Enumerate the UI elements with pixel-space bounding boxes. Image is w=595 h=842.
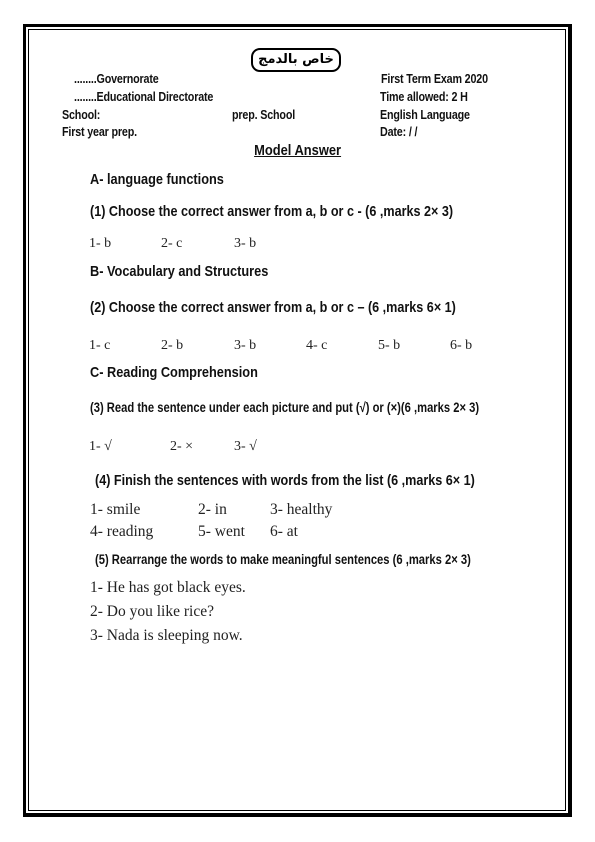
directorate-label: ........Educational Directorate	[74, 90, 214, 104]
answer-2-2: 2- b	[161, 338, 184, 353]
answer-5-2: 2- Do you like rice?	[90, 603, 214, 620]
school-label: School:	[62, 108, 101, 122]
exam-label: First Term Exam 2020	[381, 72, 488, 86]
question-5: (5) Rearrange the words to make meaningf…	[95, 552, 471, 567]
section-heading-c: C- Reading Comprehension	[90, 364, 258, 381]
question-3: (3) Read the sentence under each picture…	[90, 400, 480, 415]
answer-2-4: 4- c	[306, 338, 328, 353]
question-2: (2) Choose the correct answer from a, b …	[90, 299, 456, 316]
answer-3-1: 1- √	[89, 439, 112, 454]
answer-3-3: 3- √	[234, 439, 257, 454]
answer-4-3: 3- healthy	[270, 501, 333, 518]
answer-5-3: 3- Nada is sleeping now.	[90, 627, 243, 644]
section-heading-a: A- language functions	[90, 171, 224, 188]
answer-4-6: 6- at	[270, 523, 298, 540]
governorate-label: ........Governorate	[74, 72, 159, 86]
answer-1-2: 2- c	[161, 236, 183, 251]
answer-2-5: 5- b	[378, 338, 401, 353]
question-4: (4) Finish the sentences with words from…	[95, 472, 475, 489]
date-label: Date: / /	[380, 125, 418, 139]
page-title: Model Answer	[0, 142, 595, 160]
answer-2-3: 3- b	[234, 338, 257, 353]
answer-3-2: 2- ×	[170, 439, 194, 454]
answer-4-4: 4- reading	[90, 523, 154, 540]
answer-1-3: 3- b	[234, 236, 257, 251]
time-allowed-label: Time allowed: 2 H	[380, 90, 468, 104]
question-1: (1) Choose the correct answer from a, b …	[90, 203, 454, 220]
answer-4-1: 1- smile	[90, 501, 141, 518]
answer-5-1: 1- He has got black eyes.	[90, 579, 246, 596]
inclusion-badge: خاص بالدمج	[251, 48, 341, 72]
answer-4-5: 5- went	[198, 523, 245, 540]
answer-2-1: 1- c	[89, 338, 111, 353]
answer-2-6: 6- b	[450, 338, 473, 353]
answer-4-2: 2- in	[198, 501, 227, 518]
answer-1-1: 1- b	[89, 236, 112, 251]
grade-label: First year prep.	[62, 125, 137, 139]
subject-label: English Language	[380, 108, 470, 122]
page-title-text: Model Answer	[254, 142, 341, 159]
section-heading-b: B- Vocabulary and Structures	[90, 263, 269, 280]
school-type-label: prep. School	[232, 108, 296, 122]
